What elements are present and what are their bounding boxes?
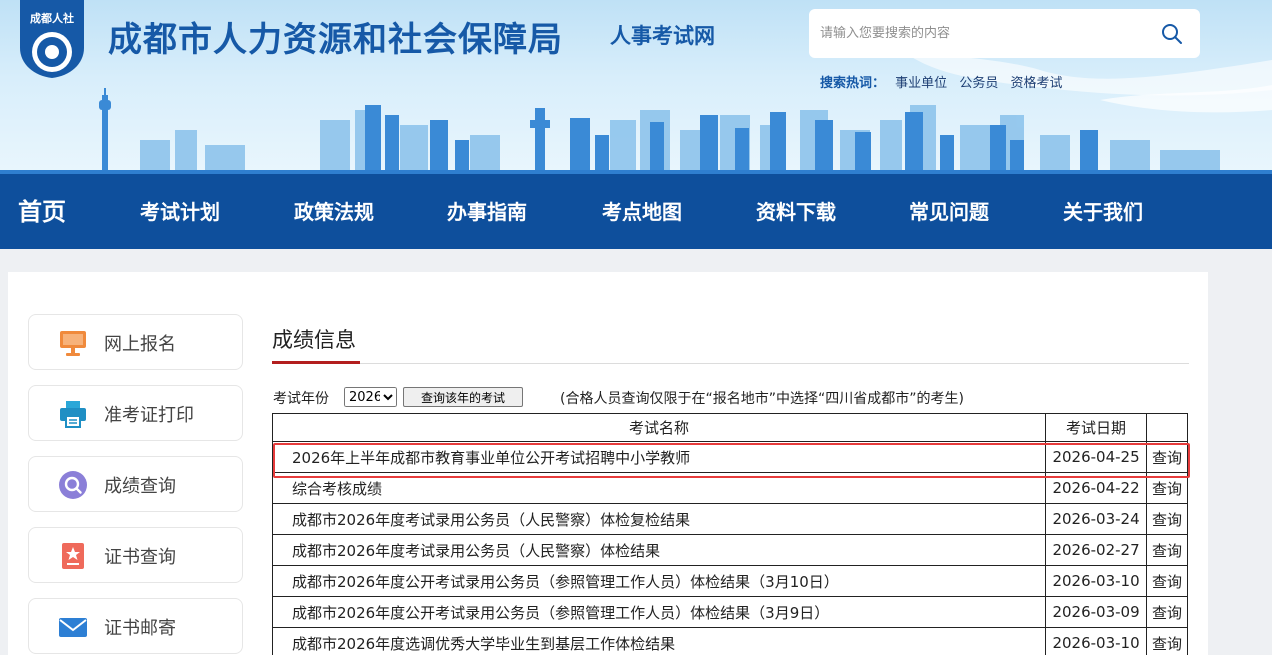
table-row: 2026年上半年成都市教育事业单位公开考试招聘中小学教师 2026-04-25 … (271, 441, 1188, 473)
header-exam-date: 考试日期 (1045, 413, 1148, 442)
nav-home[interactable]: 首页 (18, 174, 66, 249)
exam-date-cell: 2026-03-10 (1045, 565, 1148, 597)
exam-name-cell: 2026年上半年成都市教育事业单位公开考试招聘中小学教师 (271, 441, 1047, 473)
exam-date-cell: 2026-03-24 (1045, 503, 1148, 535)
nav-about[interactable]: 关于我们 (1063, 174, 1143, 249)
query-link[interactable]: 查询 (1146, 565, 1188, 597)
table-header-row: 考试名称 考试日期 (271, 413, 1188, 442)
search-icon[interactable] (1160, 22, 1184, 46)
exam-name-cell: 综合考核成绩 (271, 472, 1047, 504)
hot-search: 搜索热词： 事业单位 公务员 资格考试 (820, 72, 1070, 91)
query-link[interactable]: 查询 (1146, 441, 1188, 473)
hot-link-zige[interactable]: 资格考试 (1010, 76, 1062, 91)
site-title: 成都市人力资源和社会保障局 (108, 20, 563, 60)
site-logo[interactable]: 成都人社 (16, 0, 88, 78)
header-exam-name: 考试名称 (271, 413, 1047, 442)
table-row: 成都市2026年度考试录用公务员（人民警察）体检复检结果 2026-03-24 … (271, 503, 1188, 535)
exam-name-cell: 成都市2026年度考试录用公务员（人民警察）体检复检结果 (271, 503, 1047, 535)
site-header: 成都人社 成都市人力资源和社会保障局 人事考试网 搜索热词： 事业单位 公务员 … (0, 0, 1272, 174)
exam-name-cell: 成都市2026年度考试录用公务员（人民警察）体检结果 (271, 534, 1047, 566)
hot-search-label: 搜索热词： (820, 76, 886, 91)
table-row: 成都市2026年度选调优秀大学毕业生到基层工作体检结果 2026-03-10 查… (271, 627, 1188, 655)
nav-downloads[interactable]: 资料下载 (756, 174, 836, 249)
query-link[interactable]: 查询 (1146, 534, 1188, 566)
table-row: 成都市2026年度公开考试录用公务员（参照管理工作人员）体检结果（3月10日） … (271, 565, 1188, 597)
main-nav: 首页 考试计划 政策法规 办事指南 考点地图 资料下载 常见问题 关于我们 (0, 174, 1272, 249)
score-table: 考试名称 考试日期 2026年上半年成都市教育事业单位公开考试招聘中小学教师 2… (271, 413, 1188, 655)
nav-policy[interactable]: 政策法规 (294, 174, 374, 249)
exam-date-cell: 2026-04-25 (1045, 441, 1148, 473)
exam-date-cell: 2026-03-10 (1045, 627, 1148, 655)
query-link[interactable]: 查询 (1146, 596, 1188, 628)
query-link[interactable]: 查询 (1146, 503, 1188, 535)
nav-guide[interactable]: 办事指南 (447, 174, 527, 249)
search-box (809, 9, 1200, 58)
exam-name-cell: 成都市2026年度公开考试录用公务员（参照管理工作人员）体检结果（3月10日） (271, 565, 1047, 597)
table-row: 成都市2026年度公开考试录用公务员（参照管理工作人员）体检结果（3月9日） 2… (271, 596, 1188, 628)
score-table-wrapper: 考试名称 考试日期 2026年上半年成都市教育事业单位公开考试招聘中小学教师 2… (8, 272, 1208, 655)
table-row: 综合考核成绩 2026-04-22 查询 (271, 472, 1188, 504)
exam-date-cell: 2026-02-27 (1045, 534, 1148, 566)
nav-faq[interactable]: 常见问题 (909, 174, 989, 249)
hot-link-gongwuyuan[interactable]: 公务员 (959, 76, 998, 91)
hot-link-shiye[interactable]: 事业单位 (895, 76, 947, 91)
svg-text:成都人社: 成都人社 (30, 11, 74, 25)
query-link[interactable]: 查询 (1146, 472, 1188, 504)
search-input[interactable] (809, 9, 1149, 58)
site-subtitle: 人事考试网 (610, 24, 715, 48)
exam-name-cell: 成都市2026年度选调优秀大学毕业生到基层工作体检结果 (271, 627, 1047, 655)
nav-exam-map[interactable]: 考点地图 (602, 174, 682, 249)
exam-name-cell: 成都市2026年度公开考试录用公务员（参照管理工作人员）体检结果（3月9日） (271, 596, 1047, 628)
exam-date-cell: 2026-03-09 (1045, 596, 1148, 628)
query-link[interactable]: 查询 (1146, 627, 1188, 655)
exam-date-cell: 2026-04-22 (1045, 472, 1148, 504)
nav-exam-plan[interactable]: 考试计划 (140, 174, 220, 249)
header-action (1146, 413, 1188, 442)
table-row: 成都市2026年度考试录用公务员（人民警察）体检结果 2026-02-27 查询 (271, 534, 1188, 566)
